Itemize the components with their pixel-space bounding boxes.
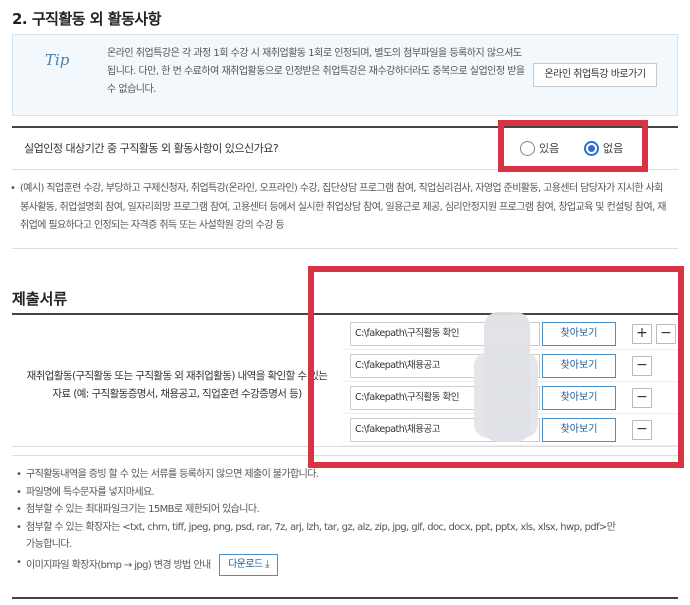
note-item: 이미지파일 확장자(bmp → jpg) 변경 방법 안내 다운로드 ⤓	[16, 553, 626, 576]
add-file-button[interactable]: +	[632, 324, 652, 344]
example-body: (예시) 직업훈련 수강, 부당하고 구제신청자, 취업특강(온라인, 오프라인…	[20, 183, 666, 231]
image-tip-text: 이미지파일 확장자(bmp → jpg) 변경 방법 안내	[26, 559, 211, 571]
divider	[12, 248, 678, 249]
radio-yes-circle[interactable]	[520, 140, 535, 156]
example-bullet: •	[10, 183, 16, 194]
tip-box: Tip 온라인 취업특강은 각 과정 1회 수강 시 재취업활동 1회로 인정되…	[12, 34, 678, 116]
radio-yes-label: 있음	[539, 142, 560, 155]
note-item: 파일명에 특수문자를 넣지마세요.	[16, 484, 626, 502]
note-item: 첨부할 수 있는 최대파일크기는 15MB로 제한되어 있습니다.	[16, 501, 626, 519]
note-item: 구직활동내역을 증빙 할 수 있는 서류를 등록하지 않으면 제출이 불가합니다…	[16, 466, 626, 484]
divider	[12, 455, 678, 456]
docs-label-line2: 자료 (예: 구직활동증명서, 채용공고, 직업훈련 수강증명서 등)	[52, 388, 302, 400]
activity-question-row: 실업인정 대상기간 중 구직활동 외 활동사항이 있으신가요? 있음 없음	[12, 126, 678, 170]
browse-button[interactable]: 찾아보기	[542, 322, 616, 346]
radio-no-circle[interactable]	[584, 140, 599, 156]
remove-file-button[interactable]: −	[656, 324, 676, 344]
online-lecture-button[interactable]: 온라인 취업특강 바로가기	[533, 63, 657, 87]
radio-no-label: 없음	[603, 142, 624, 155]
docs-label: 재취업활동(구직활동 또는 구직활동 외 재취업활동) 내역을 확인할 수 있는…	[12, 367, 342, 403]
browse-button[interactable]: 찾아보기	[542, 386, 616, 410]
download-label: 다운로드	[228, 558, 263, 570]
download-icon: ⤓	[265, 558, 269, 570]
notes-list: 구직활동내역을 증빙 할 수 있는 서류를 등록하지 않으면 제출이 불가합니다…	[16, 466, 626, 576]
note-item: 첨부할 수 있는 확장자는 <txt, chm, tiff, jpeg, png…	[16, 519, 626, 554]
docs-title: 제출서류	[12, 290, 68, 308]
remove-file-button[interactable]: −	[632, 356, 652, 376]
radio-yes[interactable]: 있음	[520, 140, 559, 156]
browse-button[interactable]: 찾아보기	[542, 418, 616, 442]
tip-text: 온라인 취업특강은 각 과정 1회 수강 시 재취업활동 1회로 인정되며, 별…	[107, 48, 525, 95]
activity-question-text: 실업인정 대상기간 중 구직활동 외 활동사항이 있으신가요?	[24, 142, 279, 155]
radio-no[interactable]: 없음	[584, 140, 623, 156]
tip-label: Tip	[45, 51, 70, 69]
example-text: • (예시) 직업훈련 수강, 부당하고 구제신청자, 취업특강(온라인, 오프…	[10, 180, 670, 236]
redaction-blur	[474, 352, 538, 438]
section-title: 2. 구직활동 외 활동사항	[12, 10, 162, 28]
bottom-divider	[12, 597, 678, 599]
remove-file-button[interactable]: −	[632, 388, 652, 408]
docs-table: 재취업활동(구직활동 또는 구직활동 외 재취업활동) 내역을 확인할 수 있는…	[12, 313, 678, 447]
docs-label-line1: 재취업활동(구직활동 또는 구직활동 외 재취업활동) 내역을 확인할 수 있는	[26, 370, 328, 382]
remove-file-button[interactable]: −	[632, 420, 652, 440]
browse-button[interactable]: 찾아보기	[542, 354, 616, 378]
download-button[interactable]: 다운로드 ⤓	[219, 553, 278, 576]
